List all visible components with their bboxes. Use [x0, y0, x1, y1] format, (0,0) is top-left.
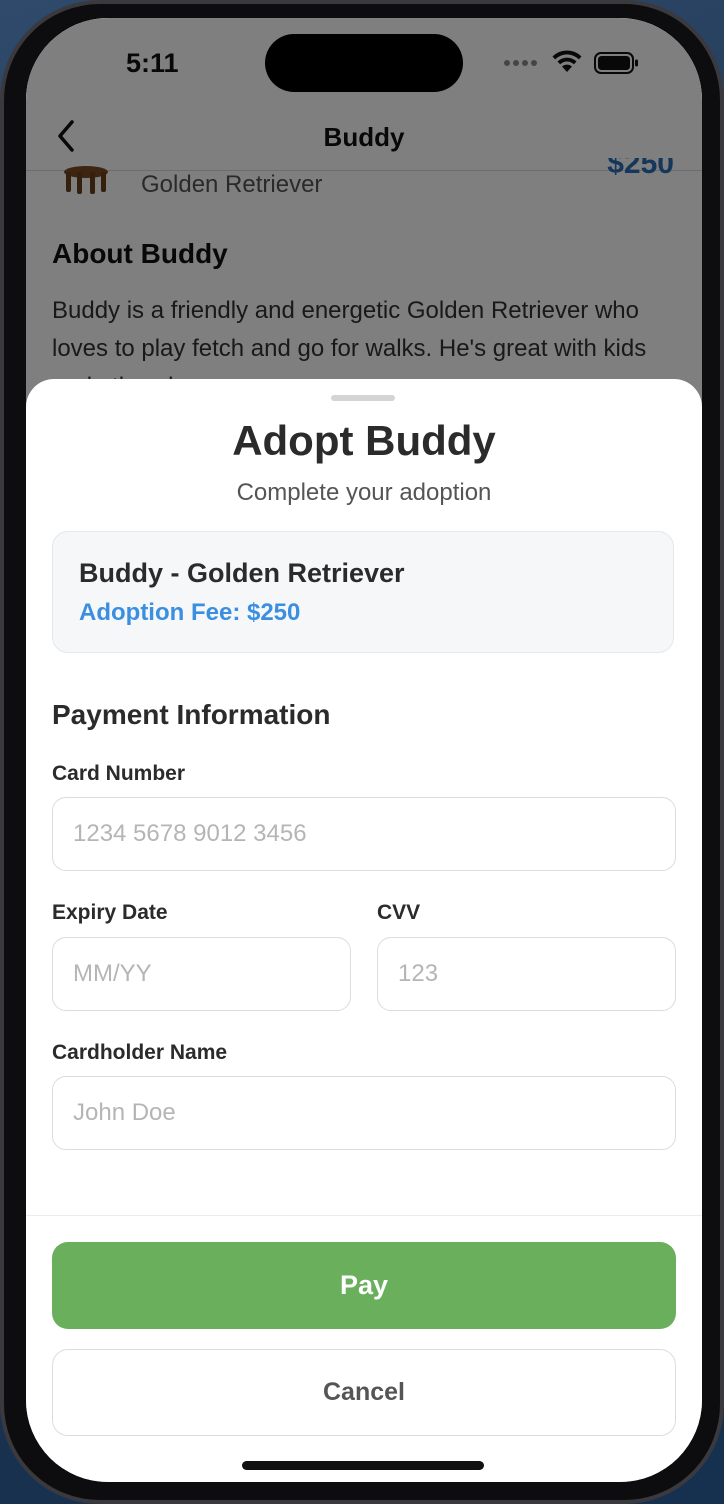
pet-summary-name: Buddy - Golden Retriever — [79, 558, 405, 588]
adoption-sheet: Adopt Buddy Complete your adoption Buddy… — [26, 379, 702, 1482]
cvv-input[interactable] — [377, 937, 676, 1011]
pet-summary-card: Buddy - Golden Retriever Adoption Fee: $… — [52, 531, 674, 653]
expiry-date-label: Expiry Date — [52, 901, 168, 924]
adoption-fee: Adoption Fee: $250 — [79, 599, 301, 626]
home-indicator — [242, 1461, 484, 1470]
payment-section-title: Payment Information — [52, 699, 331, 730]
cvv-label: CVV — [377, 901, 421, 924]
cardholder-name-input[interactable] — [52, 1076, 676, 1150]
expiry-date-input[interactable] — [52, 937, 351, 1011]
sheet-grabber[interactable] — [331, 395, 395, 401]
sheet-subtitle: Complete your adoption — [236, 479, 492, 506]
cardholder-name-label: Cardholder Name — [52, 1041, 228, 1064]
cancel-button[interactable]: Cancel — [52, 1349, 676, 1436]
phone-frame: 5:11 Bud — [0, 0, 724, 1504]
footer-divider — [26, 1215, 702, 1216]
screen: 5:11 Bud — [26, 18, 702, 1482]
pay-button[interactable]: Pay — [52, 1242, 676, 1329]
sheet-title: Adopt Buddy — [232, 417, 496, 464]
card-number-label: Card Number — [52, 762, 186, 785]
card-number-input[interactable] — [52, 797, 676, 871]
